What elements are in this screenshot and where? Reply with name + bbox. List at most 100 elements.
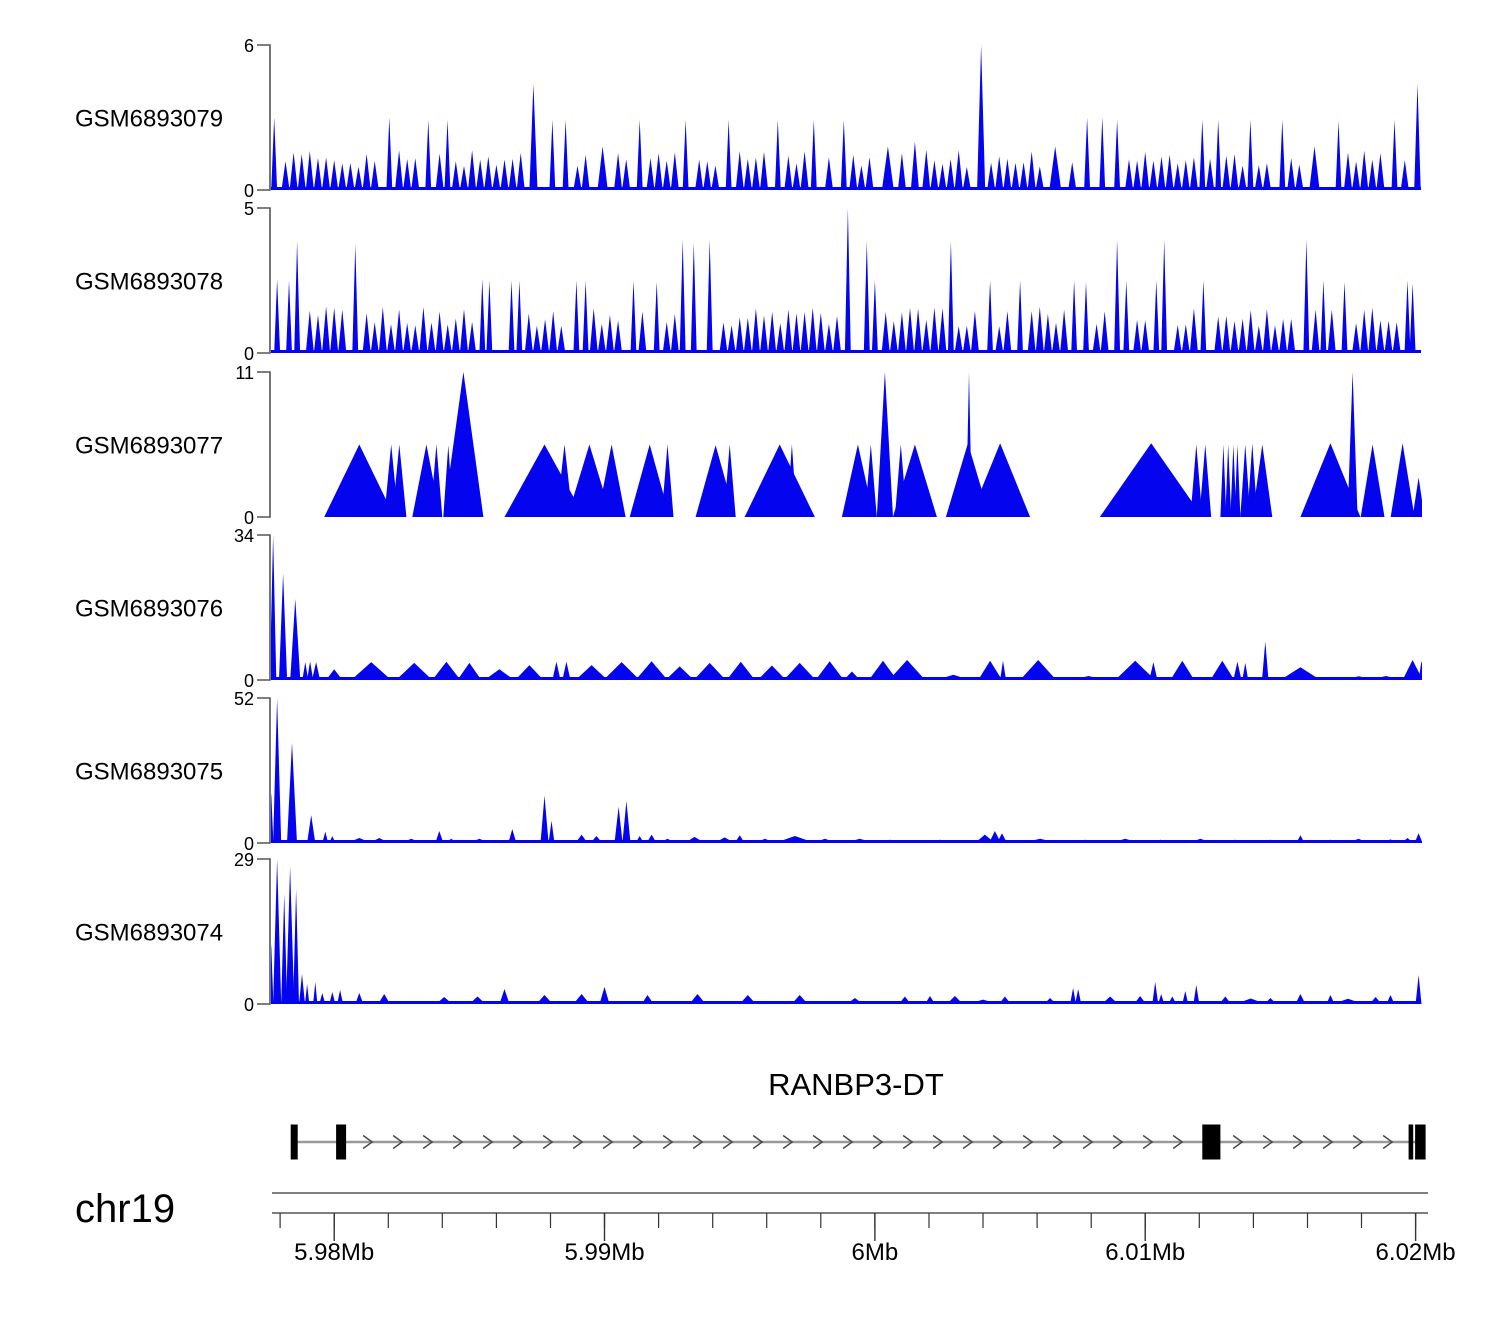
coverage-area (1153, 281, 1159, 354)
y-axis-zero-label: 0 (244, 344, 254, 364)
coverage-area (330, 160, 338, 190)
coverage-area (458, 663, 482, 680)
coverage-area (1020, 162, 1028, 190)
coverage-area (978, 661, 1002, 680)
coverage-area (1279, 120, 1285, 190)
coverage-area (647, 835, 657, 843)
coverage-area (922, 320, 930, 353)
coverage-track-GSM6893078: GSM689307850 (75, 199, 1421, 364)
coverage-area (485, 669, 515, 680)
coverage-area (695, 160, 703, 190)
y-axis-max-label: 11 (235, 363, 254, 383)
coverage-area (1100, 443, 1203, 517)
coverage-area (1263, 309, 1271, 353)
coverage-area (509, 281, 515, 354)
coverage-area (1295, 165, 1303, 190)
coverage-area (271, 118, 277, 191)
coverage-area (319, 993, 325, 1004)
coverage-area (468, 322, 476, 353)
coverage-area (604, 662, 640, 680)
coverage-area (479, 279, 485, 353)
coverage-area (312, 662, 320, 680)
coverage-area (1174, 163, 1182, 190)
coverage-area (322, 306, 330, 353)
coverage-area (758, 666, 786, 681)
coverage-area (600, 987, 610, 1004)
coverage-area (736, 317, 744, 353)
coverage-area (549, 821, 555, 843)
coverage-area (671, 314, 679, 353)
coverage-area (833, 316, 841, 353)
coverage-area (1158, 994, 1164, 1004)
coverage-area (1296, 835, 1304, 843)
coverage-area (638, 312, 646, 354)
coverage-area (293, 889, 299, 1004)
coverage-area (817, 313, 825, 353)
coverage-area (576, 665, 608, 680)
coverage-data (269, 859, 1422, 1004)
track-label: GSM6893079 (75, 106, 223, 133)
coverage-area (966, 372, 972, 517)
coverage-area (395, 309, 403, 353)
coverage-area (760, 152, 768, 190)
coverage-area (1415, 833, 1423, 843)
coverage-area (1219, 997, 1231, 1005)
exon-box (1415, 1125, 1426, 1160)
coverage-area (1230, 154, 1238, 190)
coverage-area (760, 316, 768, 353)
coverage-area (947, 996, 963, 1004)
y-axis-max-label: 34 (234, 526, 254, 546)
y-axis-bracket (257, 698, 270, 843)
coverage-area (287, 743, 297, 843)
coverage-area (1166, 155, 1174, 190)
coverage-area (1133, 320, 1141, 353)
track-label: GSM6893074 (75, 920, 223, 947)
coverage-area (432, 662, 460, 680)
coverage-area (899, 997, 911, 1005)
coverage-area (306, 151, 314, 190)
coverage-area (898, 312, 906, 353)
coverage-area (1003, 311, 1011, 353)
exon-box (291, 1125, 298, 1160)
coverage-area (322, 832, 328, 843)
coverage-area (865, 445, 877, 518)
coverage-area (1182, 324, 1190, 353)
coverage-area (1247, 310, 1255, 353)
coverage-area (637, 120, 643, 190)
coverage-area (963, 167, 971, 190)
coverage-area (963, 326, 971, 353)
coverage-area (844, 672, 860, 681)
coverage-area (622, 159, 630, 190)
coverage-area (598, 324, 606, 353)
coverage-area (1393, 322, 1401, 353)
coverage-area (882, 147, 894, 191)
coverage-area (1193, 985, 1199, 1004)
coverage-area (752, 158, 760, 190)
y-axis-max-label: 52 (234, 689, 254, 709)
coverage-area (1190, 157, 1198, 190)
coverage-area (337, 990, 343, 1004)
coverage-area (809, 308, 817, 353)
coverage-area (955, 150, 963, 190)
coverage-area (338, 310, 346, 353)
coverage-area (1419, 661, 1425, 680)
coverage-area (719, 323, 727, 354)
axis-tick-label: 6.01Mb (1105, 1239, 1185, 1266)
coverage-area (1320, 281, 1326, 354)
coverage-area (775, 836, 815, 843)
coverage-area (1123, 281, 1129, 354)
coverage-area (1141, 320, 1149, 353)
coverage-area (281, 894, 287, 1004)
coverage-area (1233, 662, 1241, 680)
coverage-area (685, 837, 705, 843)
exon-box (1409, 1125, 1414, 1160)
gene-name-label: RANBP3-DT (768, 1067, 944, 1102)
exon-box (336, 1125, 346, 1160)
coverage-area (1141, 152, 1149, 190)
coverage-area (977, 45, 985, 190)
coverage-area (1263, 163, 1271, 190)
coverage-area (792, 995, 808, 1004)
coverage-area (740, 995, 756, 1004)
coverage-data (271, 45, 1421, 190)
coverage-area (1410, 283, 1416, 353)
